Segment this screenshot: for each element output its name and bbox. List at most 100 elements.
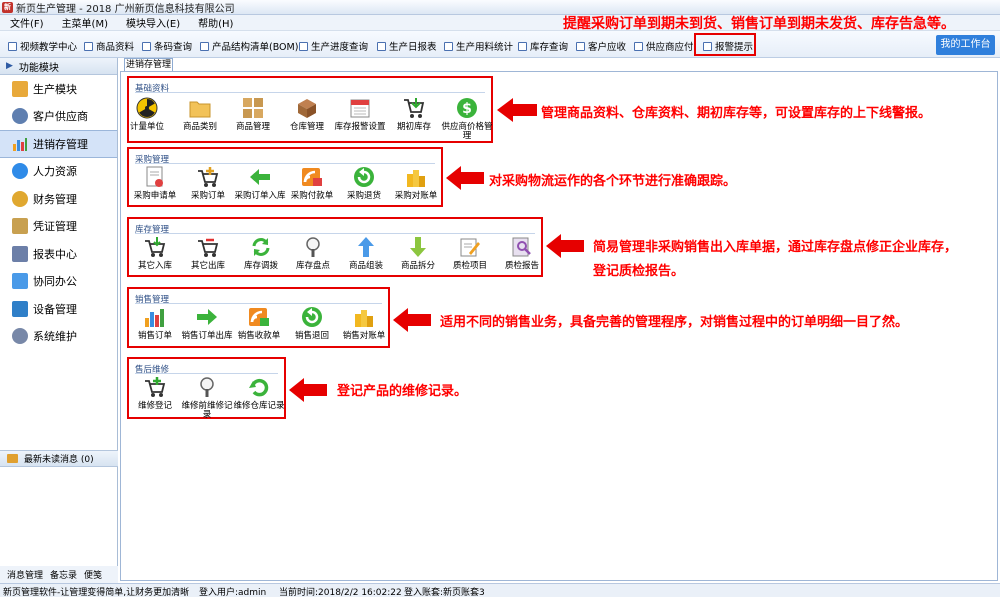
app-logo-icon: 新 [2,1,13,13]
category-button[interactable]: 商品类别 [173,96,227,132]
envelope-icon [7,454,18,463]
alarm-annotation: 提醒采购订单到期未到货、销售订单到期未发货、库存告急等。 [563,16,955,32]
opening-stock-button[interactable]: 期初库存 [387,96,441,132]
qc-item-button[interactable]: 质检项目 [443,235,497,271]
purchase-annotation: 对采购物流运作的各个环节进行准确跟踪。 [489,174,737,189]
quick-barcode-query[interactable]: 条码查询 [142,39,192,53]
search-report-icon [510,235,534,259]
sidebar-item-system[interactable]: 系统维护 [0,323,117,351]
sidebar-item-reports[interactable]: 报表中心 [0,240,117,268]
product-split-button[interactable]: 商品拆分 [391,235,445,271]
report-icon [12,245,28,262]
sidebar-item-finance[interactable]: 财务管理 [0,185,117,213]
edit-icon [458,235,482,259]
menu-module-import[interactable]: 模块导入(E) [117,15,189,30]
quick-video-tutorial[interactable]: 视频教学中心 [8,39,77,53]
sidebar-item-customer-supplier[interactable]: 客户供应商 [0,103,117,131]
bar-chart-icon [12,136,28,152]
quick-production-daily[interactable]: 生产日报表 [377,39,437,53]
coin-stack-icon [352,305,376,329]
other-inbound-button[interactable]: 其它入库 [128,235,182,271]
checkbox-icon [299,41,308,51]
arrow-up-icon [354,235,378,259]
unit-button[interactable]: 计量单位 [120,96,174,132]
checkbox-icon [200,41,209,51]
quick-customer-receivable[interactable]: 客户应收 [576,39,626,53]
magnifier-icon [301,235,325,259]
calendar-icon [348,96,372,120]
pre-repair-record-button[interactable]: 维修前维修记录 [180,375,234,420]
other-outbound-button[interactable]: 其它出库 [181,235,235,271]
sidebar-item-hr[interactable]: 人力资源 [0,158,117,186]
sticky-note-link[interactable]: 便笺 [84,568,102,581]
cart-out-icon [196,235,220,259]
stock-alarm-setting-button[interactable]: 库存报警设置 [333,96,387,132]
coin-stack-icon [404,165,428,189]
menu-file[interactable]: 文件(F) [0,15,53,30]
repair-warehouse-record-button[interactable]: 维修仓库记录 [232,375,286,411]
purchase-payment-button[interactable]: 采购付款单 [285,165,339,201]
sidebar-item-inventory[interactable]: 进销存管理 [0,130,117,158]
device-icon [12,300,28,317]
supplier-price-button[interactable]: $ 供应商价格管理 [440,96,494,141]
after-sales-annotation: 登记产品的维修记录。 [337,384,468,399]
product-manage-button[interactable]: 商品管理 [226,96,280,132]
status-time: 当前时间:2018/2/2 16:02:22 [279,588,402,597]
folder-icon [12,80,28,97]
stock-transfer-button[interactable]: 库存调拨 [234,235,288,271]
sidebar-item-production[interactable]: 生产模块 [0,75,117,103]
quick-supplier-payable[interactable]: 供应商应付 [634,39,694,53]
quick-bom[interactable]: 产品结构清单(BOM) [200,39,298,53]
my-workbench-button[interactable]: 我的工作台 [936,35,995,55]
sales-statement-button[interactable]: 销售对账单 [337,305,391,341]
window-title: 新页生产管理 - 2018 广州新页信息科技有限公司 [16,3,235,15]
memo-link[interactable]: 备忘录 [50,568,77,581]
repair-register-button[interactable]: 维修登记 [128,375,182,411]
notepad-icon [12,218,28,235]
sidebar-item-collab[interactable]: 协同办公 [0,268,117,296]
sales-order-outbound-button[interactable]: 销售订单出库 [180,305,234,341]
checkbox-icon [444,41,453,51]
menu-main[interactable]: 主菜单(M) [53,15,117,30]
sales-receipt-button[interactable]: 销售收款单 [232,305,286,341]
quick-inventory-query[interactable]: 库存查询 [518,39,568,53]
quick-product-info[interactable]: 商品资料 [84,39,134,53]
arrow-down-icon [406,235,430,259]
svg-text:$: $ [462,101,472,117]
sidebar: ▶ 功能模块 生产模块 客户供应商 进销存管理 人力资源 财务管理 凭证管理 报… [0,58,118,583]
sales-order-button[interactable]: 销售订单 [128,305,182,341]
radiation-icon [135,96,159,120]
sales-return-button[interactable]: 销售退回 [285,305,339,341]
product-assembly-button[interactable]: 商品组装 [339,235,393,271]
tab-inventory[interactable]: 进销存管理 [124,58,173,72]
quick-material-stats[interactable]: 生产用料统计 [444,39,513,53]
status-bar: 新页管理软件-让管理变得简单,让财务更加清晰 登入用户:admin 当前时间:2… [0,583,1000,597]
warehouse-box-icon [295,96,319,120]
checkbox-icon [634,41,643,51]
sidebar-footer: 消息管理 备忘录 便笺 [0,566,118,583]
return-icon [300,305,324,329]
sidebar-item-devices[interactable]: 设备管理 [0,295,117,323]
grid-icon [241,96,265,120]
group-inventory: 库存管理 其它入库 其它出库 库存调拨 库存盘点 商品组装 商品拆分 质检项目 … [127,217,543,277]
refresh-icon [249,235,273,259]
user-group-icon [12,108,28,125]
purchase-statement-button[interactable]: 采购对账单 [389,165,443,201]
bar-chart-icon [143,305,167,329]
arrow-right-icon [195,305,219,329]
quick-production-progress[interactable]: 生产进度查询 [299,39,368,53]
unread-messages[interactable]: 最新未读消息 (0) [0,450,118,467]
menu-help[interactable]: 帮助(H) [189,15,242,30]
purchase-order-button[interactable]: 采购订单 [181,165,235,201]
cart-icon [143,375,167,399]
purchase-return-button[interactable]: 采购退货 [337,165,391,201]
message-manage-link[interactable]: 消息管理 [7,568,43,581]
qc-report-button[interactable]: 质检报告 [495,235,549,271]
warehouse-manage-button[interactable]: 仓库管理 [280,96,334,132]
checkbox-icon [84,41,93,51]
stock-count-button[interactable]: 库存盘点 [286,235,340,271]
purchase-order-inbound-button[interactable]: 采购订单入库 [233,165,287,201]
group-basic-info: 基础资料 计量单位 商品类别 商品管理 仓库管理 库存报警设置 期初库存 $ 供… [127,76,493,143]
sidebar-item-voucher[interactable]: 凭证管理 [0,213,117,241]
purchase-request-button[interactable]: 采购申请单 [128,165,182,201]
